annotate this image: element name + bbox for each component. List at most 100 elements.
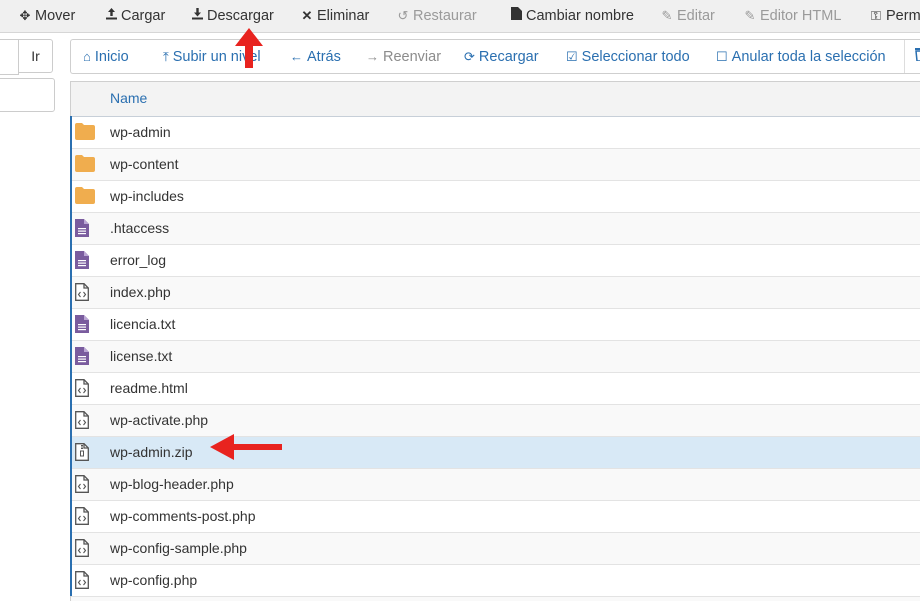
- folder-icon: [75, 155, 95, 175]
- table-row[interactable]: license.txt: [71, 341, 920, 373]
- file-manager-toolbar: ✥ Mover Cargar Descargar ✕ Eliminar ↺ Resta…: [0, 0, 920, 33]
- deselect-all-button[interactable]: ☐ Anular toda la selección: [716, 40, 886, 73]
- code-file-icon: [75, 475, 95, 495]
- select-all-button[interactable]: ☑ Seleccionar todo: [566, 40, 690, 73]
- file-name[interactable]: wp-blog-header.php: [110, 469, 234, 499]
- file-icon: [509, 0, 523, 32]
- table-row[interactable]: wp-comments-post.php: [71, 501, 920, 533]
- file-name[interactable]: wp-comments-post.php: [110, 501, 256, 531]
- table-row[interactable]: .htaccess: [71, 213, 920, 245]
- file-table: Name wp-admin wp-content wp-includes .htacc…: [70, 81, 920, 601]
- code-file-icon: [75, 571, 95, 591]
- back-button[interactable]: ← Atrás: [290, 40, 341, 73]
- table-row[interactable]: wp-admin.zip: [71, 437, 920, 469]
- table-row[interactable]: index.php: [71, 277, 920, 309]
- code-file-icon: [75, 539, 95, 559]
- file-name[interactable]: wp-cron.php: [110, 597, 187, 601]
- table-row[interactable]: wp-includes: [71, 181, 920, 213]
- file-name[interactable]: wp-activate.php: [110, 405, 208, 435]
- back-label: Atrás: [307, 49, 341, 65]
- text-file-icon: [75, 315, 95, 335]
- code-file-icon: [75, 283, 95, 303]
- restore-label: Restaurar: [413, 8, 477, 24]
- restore-button[interactable]: ↺ Restaurar: [396, 0, 477, 32]
- code-file-icon: [75, 379, 95, 399]
- trash-icon[interactable]: [914, 40, 920, 73]
- table-row[interactable]: wp-activate.php: [71, 405, 920, 437]
- home-button[interactable]: ⌂ Inicio: [83, 40, 129, 73]
- text-file-icon: [75, 347, 95, 367]
- table-row[interactable]: wp-config-sample.php: [71, 533, 920, 565]
- edit-square-icon: ✎: [744, 8, 756, 23]
- home-label: Inicio: [94, 49, 129, 65]
- zip-file-icon: [75, 443, 95, 463]
- table-row[interactable]: wp-content: [71, 149, 920, 181]
- forward-label: Reenviar: [383, 49, 442, 65]
- refresh-icon: ⟳: [464, 49, 475, 64]
- focus-indicator: [70, 116, 72, 596]
- file-name[interactable]: wp-config-sample.php: [110, 533, 247, 563]
- permissions-label: Perm: [886, 8, 920, 24]
- delete-button[interactable]: ✕ Eliminar: [300, 0, 370, 32]
- undo-icon: ↺: [397, 8, 409, 23]
- annotation-arrow-left-icon: [210, 434, 282, 460]
- close-icon: ✕: [301, 8, 313, 23]
- edit-label: Editar: [677, 8, 715, 24]
- pencil-icon: ✎: [661, 8, 673, 23]
- table-row[interactable]: wp-admin: [71, 117, 920, 149]
- file-name[interactable]: wp-includes: [110, 181, 184, 211]
- table-row[interactable]: error_log: [71, 245, 920, 277]
- edit-button[interactable]: ✎ Editar: [660, 0, 715, 32]
- file-name[interactable]: index.php: [110, 277, 171, 307]
- permissions-button[interactable]: ⚿ Perm: [869, 0, 920, 32]
- upload-button[interactable]: Cargar: [104, 0, 165, 32]
- delete-label: Eliminar: [317, 8, 370, 24]
- html-editor-button[interactable]: ✎ Editor HTML: [743, 0, 842, 32]
- path-input[interactable]: [0, 39, 19, 75]
- file-name[interactable]: licencia.txt: [110, 309, 175, 339]
- file-name[interactable]: .htaccess: [110, 213, 169, 243]
- table-row[interactable]: readme.html: [71, 373, 920, 405]
- rename-label: Cambiar nombre: [526, 8, 634, 24]
- file-name[interactable]: license.txt: [110, 341, 172, 371]
- upload-label: Cargar: [121, 8, 166, 24]
- navigation-bar: ⌂ Inicio ⤒ Subir un nivel ← Atrás → Reenviar…: [70, 39, 920, 74]
- rename-button[interactable]: Cambiar nombre: [509, 0, 634, 32]
- table-row[interactable]: wp-blog-header.php: [71, 469, 920, 501]
- file-name[interactable]: wp-admin.zip: [110, 437, 192, 467]
- file-name[interactable]: readme.html: [110, 373, 188, 403]
- navbar-divider: [904, 40, 905, 73]
- table-row[interactable]: wp-cron.php: [71, 597, 920, 601]
- html-editor-label: Editor HTML: [760, 8, 842, 24]
- file-name[interactable]: wp-config.php: [110, 565, 197, 595]
- name-column-header[interactable]: Name: [110, 82, 147, 115]
- table-body: wp-admin wp-content wp-includes .htaccess er…: [71, 117, 920, 601]
- file-name[interactable]: wp-admin: [110, 117, 171, 147]
- reload-button[interactable]: ⟳ Recargar: [464, 40, 539, 73]
- key-icon: ⚿: [871, 8, 881, 23]
- move-button[interactable]: ✥ Mover: [18, 0, 76, 32]
- text-file-icon: [75, 219, 95, 239]
- move-icon: ✥: [19, 8, 31, 23]
- forward-button[interactable]: → Reenviar: [366, 40, 441, 73]
- file-name[interactable]: error_log: [110, 245, 166, 275]
- go-button[interactable]: Ir: [18, 39, 53, 73]
- download-label: Descargar: [207, 8, 274, 24]
- table-row[interactable]: licencia.txt: [71, 309, 920, 341]
- annotation-arrow-up-icon: [235, 28, 263, 68]
- tree-collapse-box[interactable]: [0, 78, 55, 112]
- reload-label: Recargar: [478, 49, 539, 65]
- select-all-label: Seleccionar todo: [581, 49, 690, 65]
- checkbox-checked-icon: ☑: [566, 49, 578, 64]
- move-label: Mover: [35, 8, 76, 24]
- table-row[interactable]: wp-config.php: [71, 565, 920, 597]
- home-icon: ⌂: [83, 49, 91, 64]
- table-header: Name: [71, 82, 920, 117]
- file-name[interactable]: wp-content: [110, 149, 178, 179]
- text-file-icon: [75, 251, 95, 271]
- code-file-icon: [75, 507, 95, 527]
- upload-icon: [104, 0, 118, 32]
- deselect-all-label: Anular toda la selección: [731, 49, 886, 65]
- level-up-icon: ⤒: [163, 49, 169, 64]
- folder-icon: [75, 123, 95, 143]
